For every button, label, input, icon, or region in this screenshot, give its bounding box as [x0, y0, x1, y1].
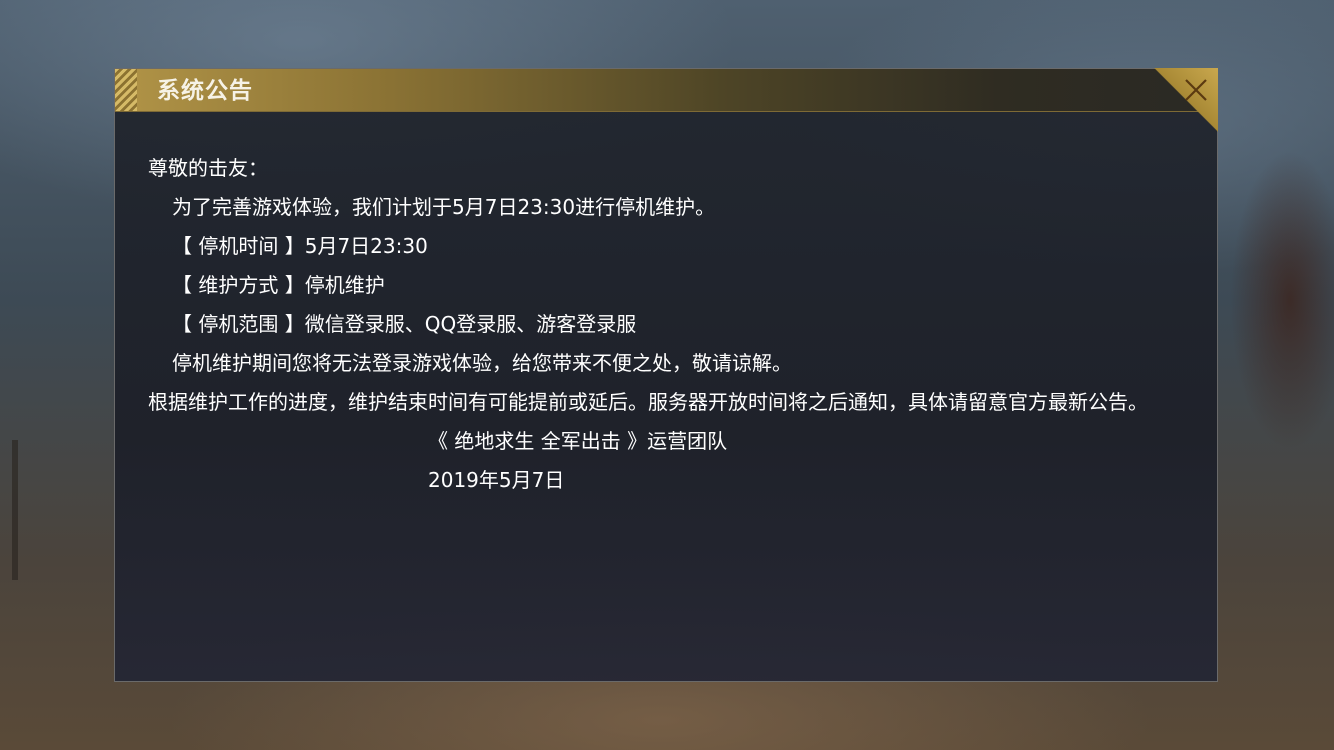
background-pole — [12, 440, 18, 580]
announcement-dialog: 系统公告 尊敬的击友： 为了完善游戏体验，我们计划于5月7日23:30进行停机维… — [114, 68, 1218, 682]
close-icon — [1185, 79, 1207, 101]
dialog-title: 系统公告 — [157, 78, 253, 104]
method-text: 【 维护方式 】停机维护 — [172, 273, 385, 297]
scope-text: 【 停机范围 】微信登录服、QQ登录服、游客登录服 — [172, 312, 637, 336]
greeting-text: 尊敬的击友： — [148, 156, 268, 180]
apology-text: 停机维护期间您将无法登录游戏体验，给您带来不便之处，敬请谅解。 — [172, 351, 792, 375]
intro-text: 为了完善游戏体验，我们计划于5月7日23:30进行停机维护。 — [172, 195, 716, 219]
date-text: 2019年5月7日 — [428, 468, 565, 492]
close-button[interactable] — [1175, 71, 1215, 111]
title-stripes-decoration — [115, 69, 137, 111]
dialog-title-bar: 系统公告 — [115, 69, 1217, 112]
note-text: 根据维护工作的进度，维护结束时间有可能提前或延后。服务器开放时间将之后通知，具体… — [148, 390, 1148, 414]
announcement-body: 尊敬的击友： 为了完善游戏体验，我们计划于5月7日23:30进行停机维护。 【 … — [148, 149, 1198, 500]
background-silhouette — [1230, 150, 1334, 450]
downtime-text: 【 停机时间 】5月7日23:30 — [172, 234, 428, 258]
signature-text: 《 绝地求生 全军出击 》运营团队 — [428, 429, 728, 453]
